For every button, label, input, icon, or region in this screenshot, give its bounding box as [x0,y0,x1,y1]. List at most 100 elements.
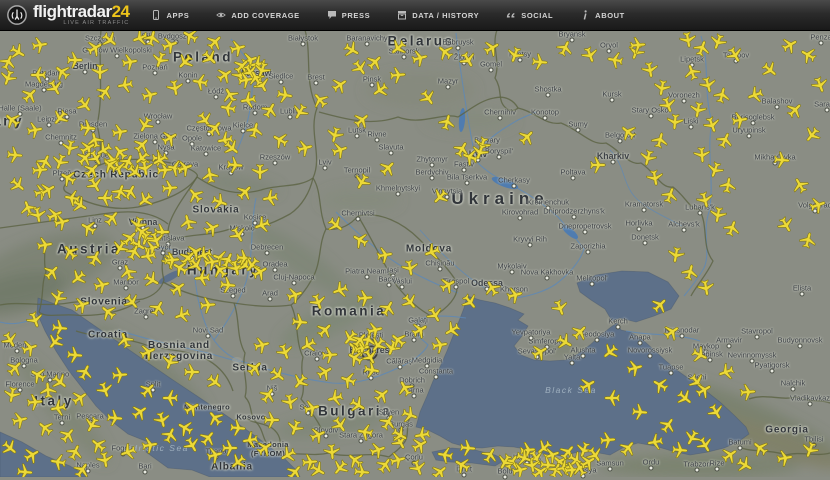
plane-icon[interactable] [605,390,620,406]
plane-icon[interactable] [672,441,688,458]
plane-icon[interactable] [800,440,820,460]
plane-icon[interactable] [210,192,230,212]
plane-icon[interactable] [364,51,386,73]
plane-icon[interactable] [281,393,299,411]
plane-icon[interactable] [160,35,180,55]
plane-icon[interactable] [653,79,671,97]
plane-icon[interactable] [505,45,525,65]
plane-icon[interactable] [0,437,21,459]
plane-icon[interactable] [775,214,796,235]
plane-icon[interactable] [369,79,391,101]
plane-icon[interactable] [436,446,454,464]
plane-icon[interactable] [600,431,616,448]
plane-icon[interactable] [452,454,473,475]
plane-icon[interactable] [270,129,291,150]
plane-icon[interactable] [36,236,54,254]
plane-icon[interactable] [134,114,155,135]
plane-icon[interactable] [774,151,790,168]
plane-icon[interactable] [264,412,279,428]
plane-icon[interactable] [479,445,500,466]
plane-icon[interactable] [371,384,393,406]
nav-apps[interactable]: APPS [151,10,189,20]
plane-icon[interactable] [204,407,226,429]
plane-icon[interactable] [481,37,502,58]
plane-icon[interactable] [115,330,135,350]
plane-icon[interactable] [302,398,321,417]
plane-icon[interactable] [234,181,256,203]
plane-icon[interactable] [181,397,202,418]
plane-icon[interactable] [409,434,430,455]
plane-icon[interactable] [166,79,184,97]
plane-icon[interactable] [394,378,415,399]
plane-icon[interactable] [137,379,159,401]
plane-icon[interactable] [184,364,199,380]
plane-icon[interactable] [141,269,162,290]
plane-icon[interactable] [99,29,121,51]
plane-icon[interactable] [409,319,430,340]
plane-icon[interactable] [308,425,328,446]
plane-icon[interactable] [64,442,85,462]
plane-icon[interactable] [437,113,456,132]
plane-icon[interactable] [59,241,81,263]
plane-icon[interactable] [417,87,439,109]
plane-icon[interactable] [191,73,209,91]
plane-icon[interactable] [92,64,108,79]
plane-icon[interactable] [107,409,123,426]
plane-icon[interactable] [424,304,445,325]
plane-icon[interactable] [708,32,728,52]
plane-icon[interactable] [31,67,46,83]
plane-icon[interactable] [197,427,219,449]
plane-icon[interactable] [481,278,502,299]
plane-icon[interactable] [329,74,351,96]
plane-icon[interactable] [641,61,659,79]
plane-icon[interactable] [7,146,23,163]
plane-icon[interactable] [649,294,671,316]
plane-icon[interactable] [134,189,156,211]
plane-icon[interactable] [41,261,63,283]
plane-icon[interactable] [680,263,699,282]
plane-icon[interactable] [239,91,257,109]
plane-icon[interactable] [295,138,314,157]
plane-icon[interactable] [199,47,221,69]
plane-icon[interactable] [376,246,394,264]
plane-icon[interactable] [712,86,731,105]
plane-icon[interactable] [97,301,119,323]
plane-icon[interactable] [194,269,210,286]
plane-icon[interactable] [84,37,105,58]
plane-icon[interactable] [354,463,370,477]
plane-icon[interactable] [308,292,328,312]
plane-icon[interactable] [776,449,794,467]
plane-icon[interactable] [241,431,259,449]
plane-icon[interactable] [204,31,226,53]
plane-icon[interactable] [719,444,741,466]
plane-icon[interactable] [285,285,305,305]
plane-icon[interactable] [798,44,819,65]
plane-icon[interactable] [129,401,151,423]
plane-icon[interactable] [646,169,664,187]
plane-icon[interactable] [529,341,550,362]
plane-icon[interactable] [325,214,347,236]
plane-icon[interactable] [459,291,481,313]
plane-icon[interactable] [44,331,66,353]
plane-icon[interactable] [275,342,295,362]
plane-icon[interactable] [140,85,159,104]
plane-icon[interactable] [505,285,524,304]
plane-icon[interactable] [569,321,591,343]
plane-icon[interactable] [10,410,29,429]
flight-map[interactable]: GermanyPolandBelarusUkraineMoldovaRomani… [0,0,830,477]
plane-icon[interactable] [252,335,271,354]
plane-icon[interactable] [276,86,294,104]
plane-icon[interactable] [121,291,143,313]
plane-icon[interactable] [460,439,476,456]
plane-icon[interactable] [722,218,742,238]
plane-icon[interactable] [289,101,310,122]
plane-icon[interactable] [734,454,755,475]
plane-icon[interactable] [400,405,420,425]
plane-icon[interactable] [667,246,685,264]
plane-icon[interactable] [695,190,714,209]
plane-icon[interactable] [245,121,264,140]
plane-icon[interactable] [326,388,345,407]
plane-icon[interactable] [298,334,319,355]
plane-icon[interactable] [204,371,226,393]
plane-icon[interactable] [160,352,180,372]
